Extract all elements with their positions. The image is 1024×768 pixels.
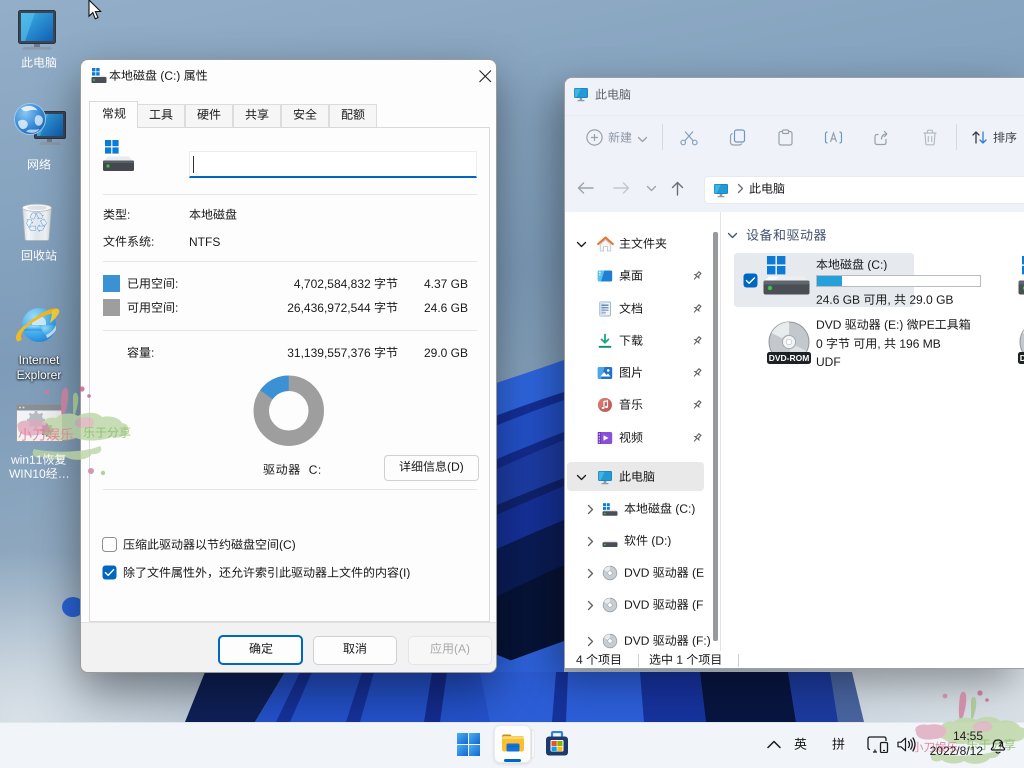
svg-text:DVD-ROM: DVD-ROM [769,353,810,363]
svg-text:DVD-ROM: DVD-ROM [1020,353,1024,363]
